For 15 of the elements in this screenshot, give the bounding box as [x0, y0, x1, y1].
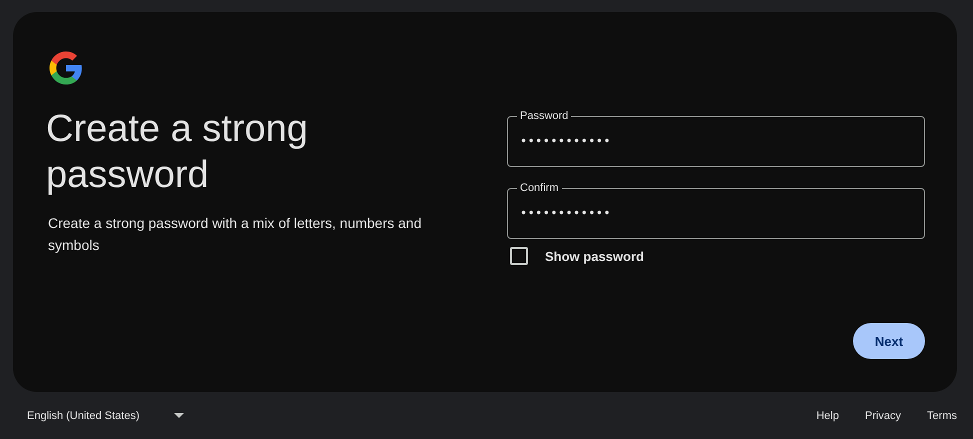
footer-link[interactable]: Privacy	[864, 406, 902, 426]
field-label: Confirm	[519, 181, 560, 195]
language-selector[interactable]: English (United States)	[27, 406, 184, 426]
description-text: Create a strong password with a mix of letters, numbers and symbols	[48, 214, 423, 255]
next-button[interactable]: Next	[853, 323, 925, 359]
field-label: Password	[519, 109, 570, 123]
page-heading: Create a strong password	[46, 107, 309, 198]
caret-icon	[174, 413, 184, 418]
logo-icon	[48, 50, 84, 86]
password-input[interactable]: ••••••••••••	[520, 206, 912, 220]
show-password-checkbox[interactable]	[510, 247, 528, 265]
show-password-label[interactable]: Show password	[545, 248, 644, 264]
password-input[interactable]: ••••••••••••	[520, 134, 912, 148]
footer-link[interactable]: Terms	[927, 406, 957, 426]
footer-link[interactable]: Help	[816, 406, 839, 426]
